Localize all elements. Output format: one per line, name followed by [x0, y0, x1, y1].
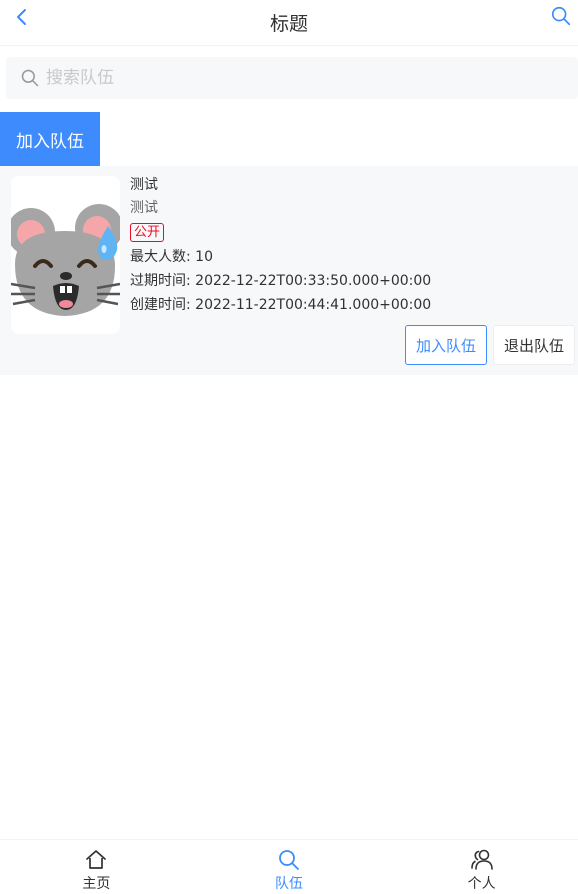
- join-team-button[interactable]: 加入队伍: [0, 112, 100, 166]
- chevron-left-icon[interactable]: [10, 6, 34, 30]
- search-bar[interactable]: [6, 57, 578, 99]
- search-icon: [21, 69, 39, 87]
- card-quit-button[interactable]: 退出队伍: [493, 325, 575, 365]
- tab-bar: 主页 队伍 个人: [0, 839, 578, 894]
- nav-bar: 标题: [0, 0, 578, 46]
- home-icon: [86, 850, 107, 869]
- tab-profile[interactable]: 个人: [385, 840, 578, 894]
- create-time: 创建时间: 2022-11-22T00:44:41.000+00:00: [130, 297, 432, 313]
- search-icon: [279, 850, 299, 870]
- team-name: 测试: [130, 177, 158, 193]
- search-input[interactable]: [46, 68, 546, 88]
- team-card: 测试 测试 公开 最大人数: 10 过期时间: 2022-12-22T00:33…: [0, 166, 578, 375]
- tab-team-label: 队伍: [275, 876, 303, 892]
- team-description: 测试: [130, 200, 158, 216]
- mouse-face-icon: [11, 176, 120, 334]
- team-page: 标题 加入队伍: [0, 0, 578, 894]
- page-title: 标题: [269, 13, 308, 35]
- status-badge: 公开: [130, 223, 165, 242]
- tab-home[interactable]: 主页: [0, 840, 193, 894]
- search-icon[interactable]: [550, 5, 572, 27]
- max-members: 最大人数: 10: [130, 249, 213, 265]
- tab-team[interactable]: 队伍: [193, 840, 386, 894]
- friends-icon: [470, 849, 493, 870]
- tab-profile-label: 个人: [467, 876, 496, 892]
- expire-time: 过期时间: 2022-12-22T00:33:50.000+00:00: [130, 273, 432, 289]
- team-avatar: [11, 176, 120, 334]
- team-info: 测试 测试 公开 最大人数: 10 过期时间: 2022-12-22T00:33…: [130, 176, 570, 314]
- card-join-button[interactable]: 加入队伍: [405, 325, 487, 365]
- tab-home-label: 主页: [82, 876, 111, 892]
